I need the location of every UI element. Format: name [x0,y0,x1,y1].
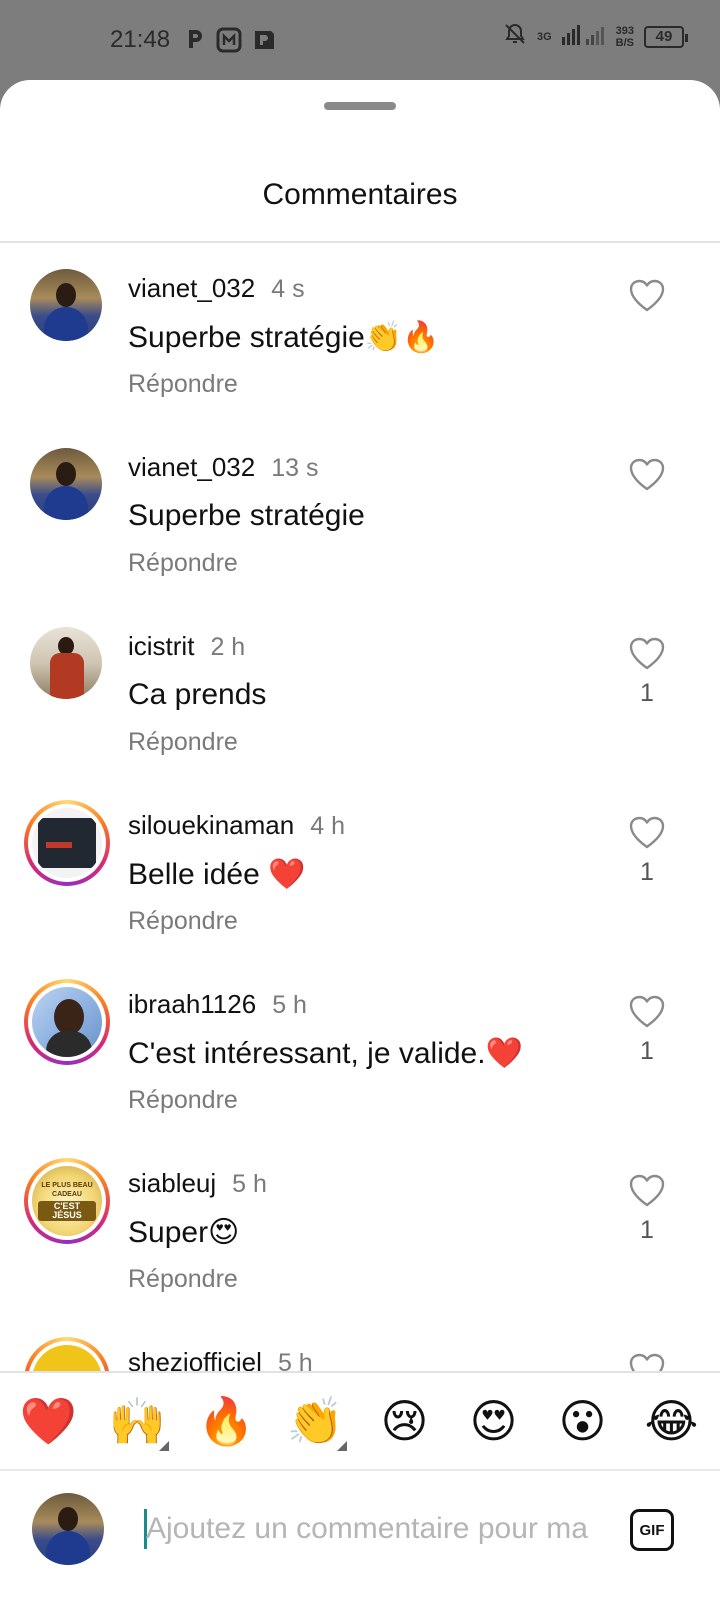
avatar-story-ring[interactable] [24,800,110,886]
comment-username[interactable]: ibraah1126 [128,989,256,1020]
status-right-group: 3G 393 B/S 49 [503,22,688,51]
sheet-drag-handle[interactable] [324,102,396,110]
comment-text: Superbe stratégie [128,499,365,532]
comment-item: sheziofficiel 5 h [0,1317,720,1371]
like-count: 1 [640,1037,654,1065]
avatar-ring-gap [28,804,106,882]
avatar-ring-gap [28,983,106,1061]
comment-time: 5 h [232,1170,267,1198]
like-heart-icon[interactable] [629,458,665,492]
network-type: 3G [536,30,552,43]
comment-username[interactable]: vianet_032 [128,273,255,304]
p-notification-icon [183,27,207,51]
comment-time: 5 h [277,1349,313,1371]
avatar-story-ring[interactable] [24,979,110,1065]
comment-time: 5 h [272,991,307,1019]
current-user-avatar [32,1493,104,1565]
comment-username[interactable]: icistrit [128,631,194,662]
network-speed-unit: B/S [615,36,634,49]
battery-indicator: 49 [644,25,688,48]
comment-username[interactable]: silouekinaman [128,810,294,841]
like-heart-icon[interactable] [629,1174,665,1208]
like-heart-icon[interactable] [629,995,665,1029]
emoji-crying-face[interactable]: 😢 [370,1394,440,1448]
reply-button[interactable]: Répondre [128,549,238,578]
reply-button[interactable]: Répondre [128,728,238,757]
emoji-glyph: 👏 [286,1394,345,1447]
avatar[interactable] [30,448,102,520]
avatar-caption-line: LE PLUS BEAU CADEAU [41,1182,93,1198]
network-speed: 393 B/S [616,25,634,49]
comment-username[interactable]: siableuj [128,1168,216,1199]
signal-strength-icon [561,23,606,50]
like-heart-icon[interactable] [629,637,665,671]
comment-text: Belle idée ❤️ [128,858,306,891]
status-time: 21:48 [110,26,171,53]
avatar-ring-gap [28,1341,106,1371]
comment-input[interactable] [146,1505,606,1553]
comment-text: Superbe stratégie👏🔥 [128,321,440,354]
sheet-title: Commentaires [262,178,458,211]
avatar-image [32,1345,102,1371]
comment-item: icistrit 2 h Ca prends Répondre 1 [0,601,720,781]
comment-input-bar: GIF [0,1471,720,1599]
avatar[interactable] [30,627,102,699]
mute-bell-icon [503,22,527,51]
emoji-surprised-face[interactable]: 😮 [548,1394,618,1448]
like-count: 1 [640,1216,654,1244]
comment-text: Super😍 [128,1216,240,1249]
avatar-image [32,808,102,878]
like-heart-icon[interactable] [629,816,665,850]
emoji-quick-bar: ❤️ 🙌 🔥 👏 😢 😍 😮 😂 [0,1373,720,1469]
avatar-image [30,269,102,341]
emoji-fire[interactable]: 🔥 [192,1394,262,1449]
reply-button[interactable]: Répondre [128,370,238,399]
comment-time: 2 h [210,633,246,661]
status-bar: 21:48 3G 393 B/S 49 [0,0,720,80]
avatar-image [30,448,102,520]
emoji-heart-eyes[interactable]: 😍 [459,1394,529,1448]
comment-time: 4 h [310,812,345,840]
comment-item: vianet_032 4 s Superbe stratégie👏🔥 Répon… [0,243,720,423]
comment-username[interactable]: sheziofficiel [128,1347,262,1371]
network-speed-value: 393 [615,24,634,37]
gif-button[interactable]: GIF [630,1509,674,1551]
avatar-ring-gap: LE PLUS BEAU CADEAU C'EST JÉSUS [28,1162,106,1240]
emoji-glyph: 🙌 [108,1394,167,1447]
avatar[interactable] [30,269,102,341]
avatar-image [32,987,102,1057]
like-heart-icon[interactable] [629,279,665,313]
comment-text: C'est intéressant, je valide.❤️ [128,1037,523,1070]
app-notification-icon [216,27,242,53]
comment-item: vianet_032 13 s Superbe stratégie Répond… [0,422,720,602]
avatar-caption: LE PLUS BEAU CADEAU C'EST JÉSUS [32,1181,102,1221]
skin-tone-corner-icon [336,1440,347,1451]
emoji-tears-of-joy[interactable]: 😂 [637,1394,707,1448]
comment-item: ibraah1126 5 h C'est intéressant, je val… [0,959,720,1139]
comments-sheet: Commentaires vianet_032 4 s Superbe stra… [0,80,720,1599]
avatar-image [30,627,102,699]
avatar-caption-highlight: C'EST JÉSUS [38,1201,96,1221]
comment-item: LE PLUS BEAU CADEAU C'EST JÉSUS siableuj… [0,1138,720,1318]
comments-list[interactable]: vianet_032 4 s Superbe stratégie👏🔥 Répon… [0,243,720,1371]
emoji-clapping-hands[interactable]: 👏 [281,1394,351,1451]
emoji-red-heart[interactable]: ❤️ [14,1394,84,1449]
reply-button[interactable]: Répondre [128,1086,238,1115]
comment-username[interactable]: vianet_032 [128,452,255,483]
like-count: 1 [640,858,654,886]
skin-tone-corner-icon [158,1440,169,1451]
comment-time: 4 s [271,275,305,303]
reply-button[interactable]: Répondre [128,1265,238,1294]
like-count: 1 [640,679,654,707]
like-heart-icon[interactable] [629,1353,665,1371]
comment-item: silouekinaman 4 h Belle idée ❤️ Répondre… [0,780,720,960]
comment-text: Ca prends [128,678,267,711]
avatar-story-ring[interactable] [24,1337,110,1371]
avatar-image: LE PLUS BEAU CADEAU C'EST JÉSUS [32,1166,102,1236]
reply-button[interactable]: Répondre [128,907,238,936]
emoji-raising-hands[interactable]: 🙌 [103,1394,173,1451]
office-notification-icon [251,27,275,51]
avatar-story-ring[interactable]: LE PLUS BEAU CADEAU C'EST JÉSUS [24,1158,110,1244]
comment-time: 13 s [271,454,319,482]
